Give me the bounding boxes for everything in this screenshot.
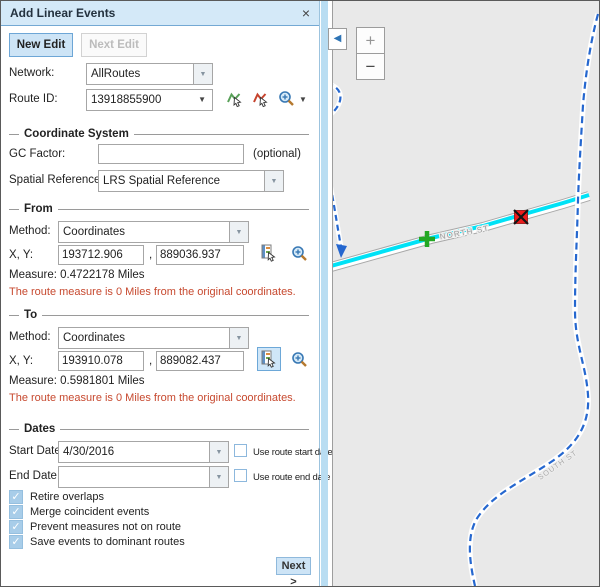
from-method-dropdown[interactable]: Coordinates ▼ bbox=[58, 221, 249, 243]
stream-arrowhead-icon bbox=[336, 244, 347, 258]
coordinate-system-section: Coordinate System bbox=[9, 127, 309, 141]
from-method-label: Method: bbox=[9, 225, 51, 237]
app-window: Add Linear Events × New Edit Next Edit N… bbox=[0, 0, 600, 587]
chevron-down-icon[interactable]: ▼ bbox=[209, 467, 228, 487]
use-route-start-date-checkbox[interactable] bbox=[234, 444, 247, 457]
from-y-input[interactable] bbox=[156, 245, 244, 265]
map-view[interactable]: NORTH ST SOUTH ST bbox=[332, 1, 599, 586]
section-title: Dates bbox=[24, 423, 55, 435]
to-measure-text: Measure: 0.5981801 Miles bbox=[9, 375, 145, 387]
prevent-measures-checkbox[interactable]: ✓ bbox=[9, 520, 23, 534]
to-method-label: Method: bbox=[9, 331, 51, 343]
to-pick-coordinates-icon-active[interactable] bbox=[257, 347, 281, 371]
chevron-down-icon[interactable]: ▼ bbox=[193, 64, 212, 84]
zoom-to-route-icon[interactable] bbox=[278, 90, 296, 108]
route-id-value: 13918855900 bbox=[91, 90, 161, 110]
start-date-value: 4/30/2016 bbox=[63, 442, 114, 462]
map-zoom-control: + − bbox=[356, 27, 385, 80]
spatial-reference-dropdown[interactable]: LRS Spatial Reference ▼ bbox=[98, 170, 284, 192]
section-title: Coordinate System bbox=[24, 128, 129, 140]
network-value: AllRoutes bbox=[91, 64, 140, 84]
prevent-measures-label: Prevent measures not on route bbox=[30, 521, 181, 533]
use-route-end-date-label: Use route end date bbox=[253, 472, 330, 483]
stream-casing bbox=[333, 156, 341, 247]
chevron-down-icon[interactable]: ▼ bbox=[264, 171, 283, 191]
from-xy-label: X, Y: bbox=[9, 249, 33, 261]
to-xy-label: X, Y: bbox=[9, 355, 33, 367]
gc-factor-hint: (optional) bbox=[253, 148, 301, 160]
add-linear-events-panel: Add Linear Events × New Edit Next Edit N… bbox=[1, 1, 320, 586]
xy-separator: , bbox=[149, 249, 152, 261]
chevron-down-icon[interactable]: ▼ bbox=[198, 90, 206, 110]
retire-overlaps-label: Retire overlaps bbox=[30, 491, 104, 503]
new-edit-button[interactable]: New Edit bbox=[9, 33, 73, 57]
next-button[interactable]: Next > bbox=[276, 557, 311, 575]
save-events-label: Save events to dominant routes bbox=[30, 536, 185, 548]
merge-coincident-events-checkbox[interactable]: ✓ bbox=[9, 505, 23, 519]
zoom-out-button[interactable]: − bbox=[356, 53, 385, 80]
end-date-dropdown[interactable]: ▼ bbox=[58, 466, 229, 488]
to-method-dropdown[interactable]: Coordinates ▼ bbox=[58, 327, 249, 349]
from-x-input[interactable] bbox=[58, 245, 144, 265]
gc-factor-label: GC Factor: bbox=[9, 148, 65, 160]
start-date-label: Start Date: bbox=[9, 445, 64, 457]
panel-titlebar: Add Linear Events × bbox=[1, 1, 319, 26]
spatial-reference-label: Spatial Reference: bbox=[9, 174, 104, 186]
next-edit-button: Next Edit bbox=[81, 33, 147, 57]
from-pick-coordinates-icon[interactable] bbox=[260, 244, 278, 262]
use-route-end-date-checkbox[interactable] bbox=[234, 469, 247, 482]
xy-separator: , bbox=[149, 355, 152, 367]
close-icon[interactable]: × bbox=[302, 1, 310, 25]
to-zoom-icon[interactable] bbox=[291, 351, 309, 369]
end-date-label: End Date: bbox=[9, 470, 60, 482]
collapse-left-icon: ◀ bbox=[334, 33, 342, 44]
river-casing bbox=[470, 14, 598, 586]
panel-title: Add Linear Events bbox=[10, 1, 115, 25]
from-section: From bbox=[9, 202, 309, 216]
section-title: From bbox=[24, 203, 53, 215]
retire-overlaps-checkbox[interactable]: ✓ bbox=[9, 490, 23, 504]
zoom-in-button[interactable]: + bbox=[356, 27, 385, 54]
merge-coincident-events-label: Merge coincident events bbox=[30, 506, 149, 518]
to-x-input[interactable] bbox=[58, 351, 144, 371]
from-method-value: Coordinates bbox=[63, 222, 125, 242]
route-id-label: Route ID: bbox=[9, 93, 58, 105]
to-warning-text: The route measure is 0 Miles from the or… bbox=[9, 392, 296, 404]
from-zoom-icon[interactable] bbox=[291, 245, 309, 263]
gc-factor-input[interactable] bbox=[98, 144, 244, 164]
zoom-options-caret-icon[interactable]: ▼ bbox=[299, 95, 307, 104]
spatial-reference-value: LRS Spatial Reference bbox=[103, 171, 220, 191]
start-date-dropdown[interactable]: 4/30/2016 ▼ bbox=[58, 441, 229, 463]
clear-route-selection-icon[interactable] bbox=[252, 90, 270, 108]
save-events-checkbox[interactable]: ✓ bbox=[9, 535, 23, 549]
from-warning-text: The route measure is 0 Miles from the or… bbox=[9, 286, 296, 298]
collapse-panel-button[interactable]: ◀ bbox=[328, 28, 347, 50]
from-measure-text: Measure: 0.4722178 Miles bbox=[9, 269, 145, 281]
to-section: To bbox=[9, 308, 309, 322]
network-label: Network: bbox=[9, 67, 54, 79]
select-route-on-map-icon[interactable] bbox=[226, 90, 244, 108]
chevron-down-icon[interactable]: ▼ bbox=[229, 328, 248, 348]
chevron-down-icon[interactable]: ▼ bbox=[229, 222, 248, 242]
chevron-down-icon[interactable]: ▼ bbox=[209, 442, 228, 462]
to-method-value: Coordinates bbox=[63, 328, 125, 348]
route-id-combobox[interactable]: 13918855900 ▼ bbox=[86, 89, 213, 111]
to-y-input[interactable] bbox=[156, 351, 244, 371]
map-graphics: NORTH ST SOUTH ST bbox=[333, 1, 600, 586]
dates-section: Dates bbox=[9, 422, 309, 436]
network-dropdown[interactable]: AllRoutes ▼ bbox=[86, 63, 213, 85]
section-title: To bbox=[24, 309, 37, 321]
panel-edge-stripe bbox=[321, 1, 328, 586]
to-point-marker-icon[interactable] bbox=[514, 210, 528, 224]
